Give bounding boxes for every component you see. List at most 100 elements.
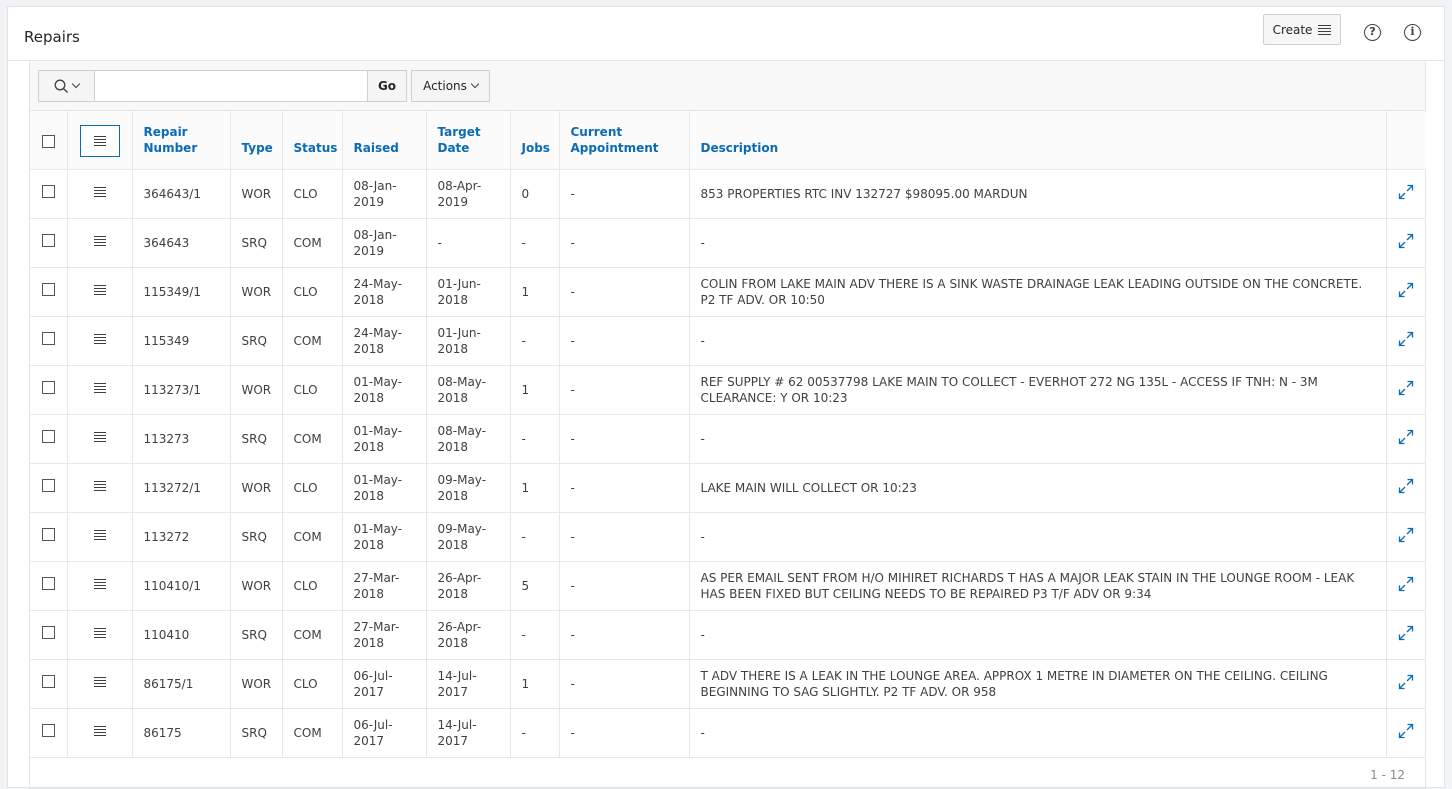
status-cell: COM	[282, 316, 343, 366]
row-select-cell	[30, 218, 68, 268]
row-menu-cell	[67, 316, 133, 366]
repair-number-cell: 113273	[132, 414, 231, 464]
row-checkbox[interactable]	[41, 332, 55, 345]
description-cell: 853 PROPERTIES RTC INV 132727 $98095.00 …	[689, 169, 1387, 219]
column-menu-button[interactable]	[79, 124, 120, 157]
expand-icon[interactable]	[1398, 380, 1414, 396]
column-header-status[interactable]: Status	[282, 111, 343, 170]
help-icon[interactable]: ?	[1364, 24, 1381, 41]
row-checkbox[interactable]	[41, 675, 55, 688]
row-checkbox[interactable]	[41, 283, 55, 296]
row-actions-menu-icon[interactable]	[93, 724, 106, 738]
row-menu-cell	[67, 659, 133, 709]
expand-icon[interactable]	[1398, 429, 1414, 445]
row-checkbox[interactable]	[41, 234, 55, 247]
row-select-cell	[30, 561, 68, 611]
row-actions-menu-icon[interactable]	[93, 234, 106, 248]
description-cell: -	[689, 708, 1387, 758]
create-button-label: Create	[1272, 22, 1313, 37]
expand-icon[interactable]	[1398, 233, 1414, 249]
column-header-repair-number[interactable]: Repair Number	[132, 111, 231, 170]
jobs-cell: -	[510, 414, 560, 464]
row-menu-cell	[67, 708, 133, 758]
row-checkbox[interactable]	[41, 626, 55, 639]
repair-number-cell: 110410	[132, 610, 231, 660]
actions-label: Actions	[423, 79, 467, 93]
row-select-cell	[30, 463, 68, 513]
column-header-target-date[interactable]: Target Date	[426, 111, 511, 170]
jobs-cell: -	[510, 218, 560, 268]
current-appointment-cell: -	[559, 169, 690, 219]
type-cell: WOR	[230, 561, 283, 611]
row-select-cell	[30, 365, 68, 415]
expand-cell	[1386, 463, 1426, 513]
row-checkbox[interactable]	[41, 381, 55, 394]
row-checkbox[interactable]	[41, 577, 55, 590]
repair-number-cell: 113272	[132, 512, 231, 562]
region-title: Repairs	[24, 28, 80, 46]
type-cell: WOR	[230, 267, 283, 317]
expand-cell	[1386, 267, 1426, 317]
column-header-current-appointment[interactable]: Current Appointment	[559, 111, 690, 170]
raised-cell: 08-Jan-2019	[342, 169, 427, 219]
create-button[interactable]: Create	[1263, 14, 1341, 45]
table-body: 364643/1 WOR CLO 08-Jan-2019 08-Apr-2019…	[30, 169, 1426, 758]
interactive-report: Go Actions Repair Number Type Status Rai…	[29, 61, 1426, 789]
row-actions-menu-icon[interactable]	[93, 577, 106, 591]
table-row: 364643 SRQ COM 08-Jan-2019 - - - -	[30, 218, 1426, 268]
row-checkbox[interactable]	[41, 185, 55, 198]
expand-cell	[1386, 512, 1426, 562]
target-date-cell: 26-Apr-2018	[426, 561, 511, 611]
type-cell: SRQ	[230, 218, 283, 268]
row-menu-cell	[67, 218, 133, 268]
status-cell: COM	[282, 610, 343, 660]
expand-icon[interactable]	[1398, 478, 1414, 494]
info-icon[interactable]: i	[1404, 24, 1421, 41]
select-all-checkbox[interactable]	[41, 134, 55, 148]
row-checkbox[interactable]	[41, 724, 55, 737]
status-cell: CLO	[282, 169, 343, 219]
row-actions-menu-icon[interactable]	[93, 430, 106, 444]
row-actions-menu-icon[interactable]	[93, 381, 106, 395]
row-checkbox[interactable]	[41, 430, 55, 443]
row-actions-menu-icon[interactable]	[93, 185, 106, 199]
row-actions-menu-icon[interactable]	[93, 332, 106, 346]
target-date-cell: 09-May-2018	[426, 512, 511, 562]
search-column-menu[interactable]	[39, 71, 95, 101]
column-header-description[interactable]: Description	[689, 111, 1387, 170]
search-input[interactable]	[95, 71, 367, 101]
region-header: Repairs Create ? i	[8, 7, 1444, 61]
row-checkbox[interactable]	[41, 528, 55, 541]
row-actions-menu-icon[interactable]	[93, 479, 106, 493]
column-header-raised[interactable]: Raised	[342, 111, 427, 170]
column-header-jobs[interactable]: Jobs	[510, 111, 560, 170]
search-bar: Go	[38, 70, 407, 102]
expand-icon[interactable]	[1398, 576, 1414, 592]
status-cell: COM	[282, 218, 343, 268]
raised-cell: 01-May-2018	[342, 463, 427, 513]
expand-icon[interactable]	[1398, 674, 1414, 690]
expand-icon[interactable]	[1398, 527, 1414, 543]
go-button[interactable]: Go	[367, 71, 406, 101]
expand-icon[interactable]	[1398, 723, 1414, 739]
row-actions-menu-icon[interactable]	[93, 528, 106, 542]
actions-button[interactable]: Actions	[411, 70, 490, 102]
row-select-cell	[30, 708, 68, 758]
repair-number-cell: 115349	[132, 316, 231, 366]
row-actions-menu-icon[interactable]	[93, 283, 106, 297]
pagination-range: 1 - 12	[1370, 768, 1405, 782]
row-actions-menu-icon[interactable]	[93, 675, 106, 689]
repairs-region: Repairs Create ? i Go Actions Repair Num…	[7, 6, 1445, 789]
row-checkbox[interactable]	[41, 479, 55, 492]
jobs-cell: 1	[510, 365, 560, 415]
expand-icon[interactable]	[1398, 331, 1414, 347]
target-date-cell: 01-Jun-2018	[426, 267, 511, 317]
expand-icon[interactable]	[1398, 282, 1414, 298]
row-actions-menu-icon[interactable]	[93, 626, 106, 640]
raised-cell: 01-May-2018	[342, 512, 427, 562]
column-header-type[interactable]: Type	[230, 111, 283, 170]
table-row: 86175/1 WOR CLO 06-Jul-2017 14-Jul-2017 …	[30, 659, 1426, 709]
raised-cell: 24-May-2018	[342, 316, 427, 366]
expand-icon[interactable]	[1398, 184, 1414, 200]
expand-icon[interactable]	[1398, 625, 1414, 641]
